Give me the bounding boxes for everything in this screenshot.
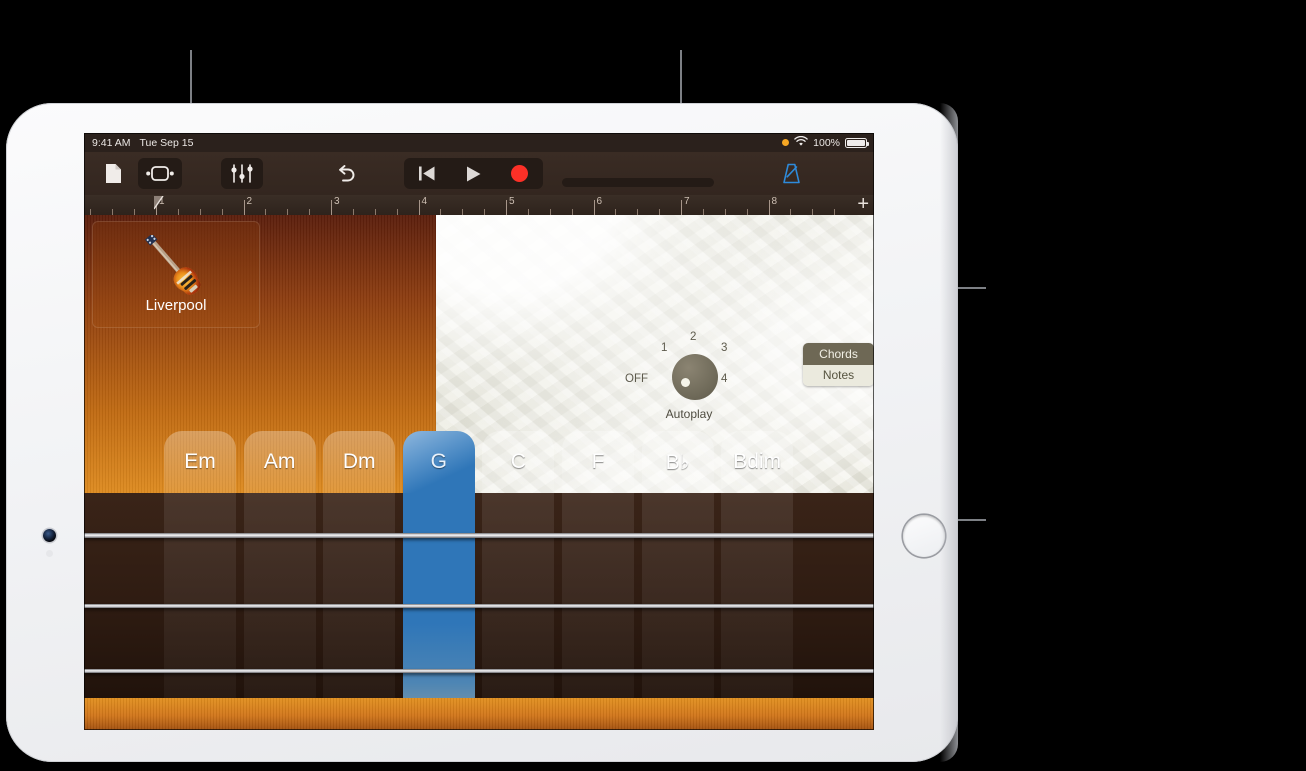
ruler-bar-number: 8	[771, 196, 778, 207]
chord-strip: Em Am Dm G C F B♭ Bdim	[84, 431, 874, 493]
track-view-button[interactable]	[138, 158, 182, 189]
ruler-bar-number: 3	[334, 196, 340, 207]
master-volume-slider[interactable]	[562, 178, 714, 187]
status-bar-right: 100%	[782, 133, 869, 152]
status-time: 9:41 AM	[92, 136, 131, 149]
chord-button-dm[interactable]: Dm	[323, 431, 396, 493]
home-button[interactable]	[903, 515, 945, 557]
chord-button-f[interactable]: F	[562, 431, 634, 493]
ruler-bar-tick	[593, 200, 595, 215]
chords-notes-switch[interactable]: Chords Notes	[803, 343, 874, 386]
ruler-bar-tick	[681, 200, 682, 215]
chords-button[interactable]: Chords	[803, 343, 874, 365]
autoplay-position-4[interactable]: 4	[721, 373, 727, 385]
record-button[interactable]	[497, 158, 543, 189]
fretboard-lane-bdim[interactable]	[721, 493, 794, 730]
autoplay-position-2[interactable]: 2	[690, 331, 696, 343]
playhead-marker-icon[interactable]	[153, 195, 168, 214]
bass-body-bottom-edge	[84, 698, 874, 730]
ruler-bar-tick	[418, 200, 420, 215]
track-header-card[interactable]: Liverpool	[92, 221, 260, 328]
instrument-area: Liverpool OFF 1 2 3 4 Autoplay Chords No…	[84, 215, 874, 730]
status-date: Tue Sep 15	[139, 136, 194, 149]
timeline-ruler[interactable]: 12345678 +	[84, 195, 874, 215]
track-name-label: Liverpool	[145, 297, 207, 314]
ruler-bar-tick	[243, 200, 245, 215]
battery-percent-label: 100%	[813, 136, 840, 149]
autoplay-label: Autoplay	[665, 407, 713, 421]
track-controls-button[interactable]	[221, 158, 263, 189]
chord-button-c[interactable]: C	[482, 431, 555, 493]
metronome-button[interactable]	[774, 158, 808, 189]
autoplay-knob[interactable]	[672, 354, 718, 400]
autoplay-position-1[interactable]: 1	[661, 342, 667, 354]
bass-string-3[interactable]	[84, 669, 874, 673]
bass-string-2[interactable]	[84, 604, 874, 608]
fretboard-lane-g[interactable]	[402, 493, 475, 730]
bass-guitar-icon	[137, 233, 215, 304]
fretboard-lane-bb[interactable]	[641, 493, 714, 730]
ruler-bar-number: 4	[421, 196, 428, 207]
ambient-sensor-icon	[46, 550, 53, 557]
undo-button[interactable]	[329, 158, 363, 189]
ruler-bar-number: 2	[246, 196, 253, 207]
wifi-icon	[794, 135, 808, 150]
fretboard-lane-dm[interactable]	[323, 493, 396, 730]
ruler-bar-number: 6	[596, 196, 603, 207]
toolbar: ?	[84, 152, 874, 195]
transport-controls	[404, 158, 543, 189]
chord-button-g[interactable]: G	[402, 431, 475, 493]
play-button[interactable]	[450, 158, 496, 189]
recording-indicator-dot-icon	[782, 139, 790, 146]
ruler-bar-number: 5	[509, 196, 515, 207]
autoplay-position-off[interactable]: OFF	[625, 373, 648, 385]
fretboard-lane-f[interactable]	[562, 493, 634, 730]
fretboard-lane-em[interactable]	[164, 493, 236, 730]
status-bar-left: 9:41 AM Tue Sep 15	[92, 133, 193, 152]
ruler-bar-tick	[768, 200, 770, 215]
autoplay-knob-indicator-icon	[681, 378, 690, 387]
fretboard[interactable]	[84, 493, 874, 730]
battery-icon	[845, 137, 869, 148]
chord-button-bdim[interactable]: Bdim	[721, 431, 794, 493]
ipad-screen: 9:41 AM Tue Sep 15 100% 1 2 3 4 5 6 7 8 …	[84, 133, 874, 730]
front-camera-icon	[43, 529, 56, 542]
record-dot-icon	[511, 165, 529, 182]
ruler-bar-tick	[506, 200, 507, 215]
autoplay-position-3[interactable]: 3	[721, 342, 727, 354]
status-bar: 9:41 AM Tue Sep 15 100%	[84, 133, 874, 152]
chord-button-bb[interactable]: B♭	[641, 431, 714, 493]
autoplay-control[interactable]: OFF 1 2 3 4 Autoplay	[625, 331, 739, 430]
chord-button-am[interactable]: Am	[243, 431, 316, 493]
chord-button-em[interactable]: Em	[164, 431, 236, 493]
ruler-bar-tick	[331, 200, 332, 215]
fretboard-lane-am[interactable]	[243, 493, 316, 730]
rewind-button[interactable]	[404, 158, 450, 189]
ruler-bar-number: 7	[684, 196, 690, 207]
bass-string-1[interactable]	[84, 533, 874, 538]
notes-button[interactable]: Notes	[803, 364, 874, 386]
fretboard-lane-c[interactable]	[482, 493, 555, 730]
add-track-button[interactable]: +	[857, 195, 869, 214]
my-songs-button[interactable]	[98, 158, 128, 189]
